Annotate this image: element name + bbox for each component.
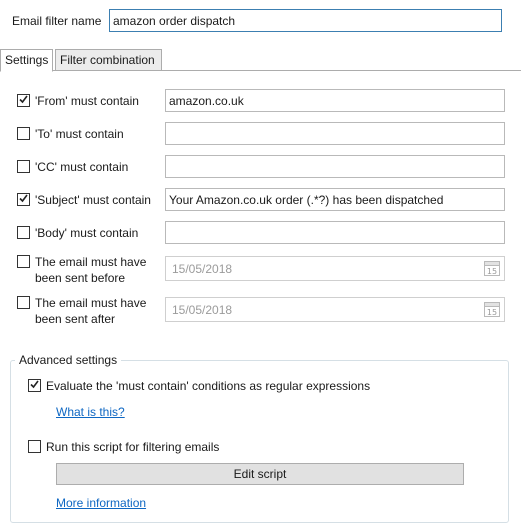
- more-information-link[interactable]: More information: [56, 496, 146, 511]
- sent-after-date-value: 15/05/2018: [172, 303, 233, 317]
- cc-input[interactable]: [165, 155, 505, 178]
- sent-after-label-line2: been sent after: [35, 312, 116, 326]
- subject-checkbox[interactable]: [17, 193, 30, 206]
- calendar-icon[interactable]: 15: [483, 300, 501, 318]
- advanced-settings-title: Advanced settings: [15, 352, 122, 368]
- edit-script-button[interactable]: Edit script: [56, 463, 464, 485]
- to-label: 'To' must contain: [35, 127, 124, 141]
- regex-label: Evaluate the 'must contain' conditions a…: [46, 379, 371, 393]
- what-is-this-link[interactable]: What is this?: [56, 405, 125, 420]
- subject-label: 'Subject' must contain: [35, 193, 151, 207]
- body-checkbox[interactable]: [17, 226, 30, 239]
- to-input[interactable]: [165, 122, 505, 145]
- subject-input[interactable]: Your Amazon.co.uk order (.*?) has been d…: [165, 188, 505, 211]
- filter-name-label: Email filter name: [12, 14, 102, 28]
- calendar-icon[interactable]: 15: [483, 259, 501, 277]
- sent-before-date-value: 15/05/2018: [172, 262, 233, 276]
- sent-before-date-picker[interactable]: 15/05/2018 15: [165, 256, 505, 281]
- run-script-label: Run this script for filtering emails: [46, 440, 220, 454]
- sent-after-date-picker[interactable]: 15/05/2018 15: [165, 297, 505, 322]
- tab-filter-combination[interactable]: Filter combination: [55, 49, 162, 71]
- tab-bar: Settings Filter combination: [0, 49, 521, 72]
- from-label: 'From' must contain: [35, 94, 139, 108]
- sent-before-label-line2: been sent before: [35, 271, 126, 285]
- sent-after-label-line1: The email must have: [35, 296, 147, 310]
- body-input[interactable]: [165, 221, 505, 244]
- tab-divider: [0, 70, 521, 71]
- filter-name-input[interactable]: amazon order dispatch: [109, 9, 502, 32]
- from-input[interactable]: amazon.co.uk: [165, 89, 505, 112]
- run-script-checkbox[interactable]: [28, 440, 41, 453]
- checkmark-icon: [19, 194, 28, 203]
- regex-checkbox[interactable]: [28, 379, 41, 392]
- cc-label: 'CC' must contain: [35, 160, 129, 174]
- svg-text:15: 15: [487, 308, 497, 317]
- from-checkbox[interactable]: [17, 94, 30, 107]
- to-checkbox[interactable]: [17, 127, 30, 140]
- sent-after-checkbox[interactable]: [17, 296, 30, 309]
- tab-settings[interactable]: Settings: [0, 49, 53, 72]
- checkmark-icon: [30, 380, 39, 389]
- svg-text:15: 15: [487, 267, 497, 276]
- sent-before-label-line1: The email must have: [35, 255, 147, 269]
- cc-checkbox[interactable]: [17, 160, 30, 173]
- checkmark-icon: [19, 95, 28, 104]
- sent-before-checkbox[interactable]: [17, 255, 30, 268]
- body-label: 'Body' must contain: [35, 226, 139, 240]
